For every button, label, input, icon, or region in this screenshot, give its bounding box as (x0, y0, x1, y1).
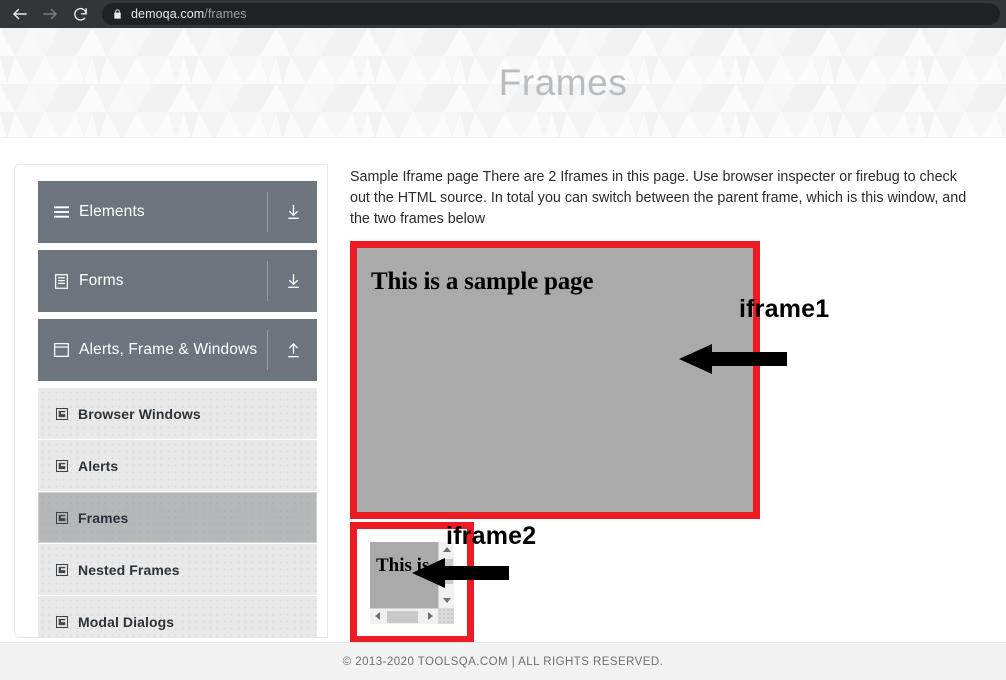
sidebar-inner: Elements Forms Alerts, Frame & Windows B… (15, 181, 327, 637)
sidebar-item-frames[interactable]: Frames (38, 492, 317, 543)
scroll-left-arrow-icon[interactable] (370, 609, 385, 624)
sidebar-group-label: Alerts, Frame & Windows (79, 341, 258, 358)
page-title: Frames (498, 61, 628, 103)
sidebar: Elements Forms Alerts, Frame & Windows B… (14, 164, 327, 638)
sidebar-group-forms[interactable]: Forms (38, 250, 317, 312)
reload-icon (73, 7, 87, 21)
sidebar-group-alerts-frame-windows[interactable]: Alerts, Frame & Windows (38, 319, 317, 381)
group-divider (267, 192, 268, 232)
group-divider (267, 330, 268, 370)
url-text: demoqa.com/frames (131, 7, 247, 21)
url-path: /frames (204, 7, 247, 21)
box-icon (55, 511, 69, 525)
browser-toolbar: demoqa.com/frames (0, 0, 1006, 28)
sidebar-item-nested-frames[interactable]: Nested Frames (38, 544, 317, 595)
iframe1-content[interactable]: This is a sample page (357, 248, 753, 512)
sidebar-item-modal-dialogs[interactable]: Modal Dialogs (38, 596, 317, 637)
sidebar-item-label: Nested Frames (78, 561, 180, 578)
form-icon (53, 273, 70, 290)
sidebar-item-browser-windows[interactable]: Browser Windows (38, 388, 317, 439)
scroll-right-arrow-icon[interactable] (423, 609, 438, 624)
list-icon (53, 204, 70, 221)
annotation-iframe1-label: iframe1 (739, 295, 830, 323)
annotation-iframe1: iframe1 (739, 295, 829, 324)
box-icon (55, 563, 69, 577)
box-icon (55, 615, 69, 629)
window-icon (53, 342, 70, 359)
iframe1-heading: This is a sample page (371, 268, 594, 295)
sidebar-item-label: Browser Windows (78, 405, 201, 422)
main-content: Sample Iframe page There are 2 Iframes i… (328, 164, 992, 643)
sidebar-submenu-alerts-frame-windows: Browser Windows Alerts Frames Nested Fra… (38, 388, 317, 637)
lock-icon (112, 8, 123, 20)
address-bar[interactable]: demoqa.com/frames (102, 3, 1000, 25)
annotation-iframe1-arrow (679, 344, 787, 374)
group-divider (267, 261, 268, 301)
download-arrow-icon[interactable] (284, 272, 302, 290)
annotation-iframe2: iframe2 (446, 522, 536, 551)
sidebar-item-label: Modal Dialogs (78, 613, 175, 630)
sidebar-item-alerts[interactable]: Alerts (38, 440, 317, 491)
site-footer: © 2013-2020 TOOLSQA.COM | ALL RIGHTS RES… (0, 642, 1006, 680)
scroll-down-arrow-icon[interactable] (439, 592, 454, 608)
body-wrapper: Elements Forms Alerts, Frame & Windows B… (0, 138, 1006, 643)
scrollbar-corner (438, 607, 454, 624)
sidebar-group-label: Forms (79, 272, 124, 289)
footer-copyright: © 2013-2020 TOOLSQA.COM | ALL RIGHTS RES… (342, 655, 664, 668)
sidebar-group-label: Elements (79, 203, 145, 220)
box-icon (55, 407, 69, 421)
sidebar-group-elements[interactable]: Elements (38, 181, 317, 243)
horizontal-scroll-thumb[interactable] (387, 610, 418, 623)
site-header: Frames (0, 28, 1006, 138)
annotation-iframe2-arrow (412, 558, 509, 588)
iframe1-container[interactable]: This is a sample page (350, 241, 760, 519)
back-button[interactable] (6, 0, 34, 28)
intro-paragraph: Sample Iframe page There are 2 Iframes i… (350, 169, 967, 227)
sidebar-item-label: Frames (78, 509, 129, 526)
reload-button[interactable] (66, 0, 94, 28)
sidebar-item-label: Alerts (78, 457, 119, 474)
page-content: Frames Elements Forms Alerts, Frame & Wi… (0, 28, 1006, 680)
download-arrow-icon[interactable] (284, 203, 302, 221)
back-arrow-icon (13, 8, 27, 20)
box-icon (55, 459, 69, 473)
forward-button[interactable] (36, 0, 64, 28)
upload-arrow-icon[interactable] (284, 341, 302, 359)
forward-arrow-icon (43, 8, 57, 20)
annotation-iframe2-label: iframe2 (446, 522, 537, 550)
url-domain: demoqa.com (131, 7, 205, 21)
